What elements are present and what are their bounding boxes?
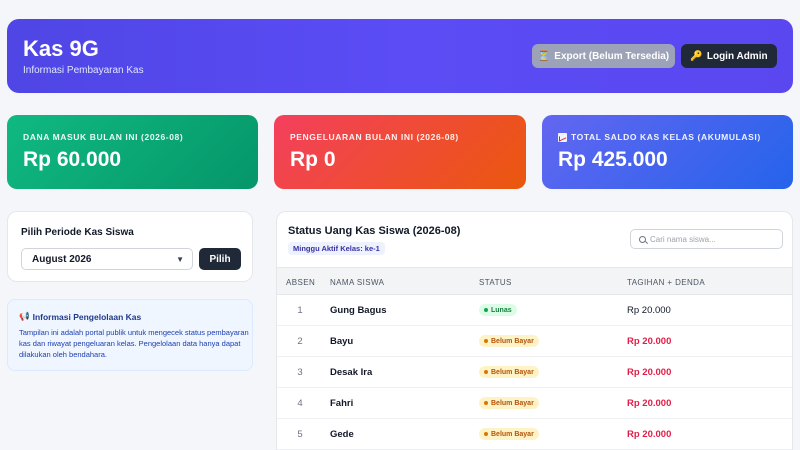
row-tagihan: Rp 20.000 <box>627 429 672 440</box>
status-badge: Belum Bayar <box>479 335 539 347</box>
col-tagihan: TAGIHAN + DENDA <box>627 278 706 287</box>
pilih-button[interactable]: Pilih <box>199 248 241 270</box>
row-tagihan: Rp 20.000 <box>627 305 671 316</box>
student-status-panel: Status Uang Kas Siswa (2026-08) Minggu A… <box>276 211 793 450</box>
table-row: 1 Gung Bagus Lunas Rp 20.000 <box>277 295 792 326</box>
status-badge: Belum Bayar <box>479 397 539 409</box>
period-title: Pilih Periode Kas Siswa <box>21 227 134 238</box>
expense-label: PENGELUARAN BULAN INI (2026-08) <box>290 132 459 142</box>
login-admin-button[interactable]: 🔑 Login Admin <box>681 44 777 68</box>
row-absen: 4 <box>297 398 303 409</box>
status-badge: Belum Bayar <box>479 366 539 378</box>
status-dot-icon <box>484 339 488 343</box>
chevron-down-icon: ▼ <box>176 254 184 264</box>
hourglass-icon: ⏳ <box>537 50 551 62</box>
search-placeholder: Cari nama siswa... <box>650 234 716 244</box>
row-tagihan: Rp 20.000 <box>627 367 672 378</box>
app-title: Kas 9G <box>23 36 99 61</box>
key-icon: 🔑 <box>690 50 703 62</box>
status-dot-icon <box>484 401 488 405</box>
active-week-badge: Minggu Aktif Kelas: ke-1 <box>288 242 385 255</box>
table-title: Status Uang Kas Siswa (2026-08) <box>288 225 461 237</box>
balance-label: TOTAL SALDO KAS KELAS (AKUMULASI) <box>571 132 761 142</box>
col-status: STATUS <box>479 278 512 287</box>
row-absen: 1 <box>297 305 303 316</box>
expense-value: Rp 0 <box>290 148 336 171</box>
status-dot-icon <box>484 432 488 436</box>
status-dot-icon <box>484 308 488 312</box>
info-title: Informasi Pengelolaan Kas <box>32 311 142 322</box>
income-value: Rp 60.000 <box>23 148 122 171</box>
search-icon <box>639 235 646 243</box>
income-card: DANA MASUK BULAN INI (2026-08) Rp 60.000 <box>7 115 258 189</box>
table-row: 4 Fahri Belum Bayar Rp 20.000 <box>277 388 792 419</box>
period-panel: Pilih Periode Kas Siswa August 2026 ▼ Pi… <box>7 211 253 282</box>
status-badge: Belum Bayar <box>479 428 539 440</box>
period-selected-value: August 2026 <box>32 253 92 265</box>
row-tagihan: Rp 20.000 <box>627 336 672 347</box>
export-button-label: Export (Belum Tersedia) <box>554 50 670 62</box>
table-body: 1 Gung Bagus Lunas Rp 20.000 2 Bayu Belu… <box>277 295 792 450</box>
row-nama: Bayu <box>330 336 354 347</box>
status-badge: Lunas <box>479 304 517 316</box>
row-nama: Fahri <box>330 398 354 409</box>
app-header: Kas 9G Informasi Pembayaran Kas ⏳ Export… <box>7 19 793 93</box>
table-row: 3 Desak Ira Belum Bayar Rp 20.000 <box>277 357 792 388</box>
megaphone-icon: 📢 <box>19 311 30 321</box>
status-dot-icon <box>484 370 488 374</box>
app-subtitle: Informasi Pembayaran Kas <box>23 65 144 76</box>
col-nama: NAMA SISWA <box>330 278 385 287</box>
table-row: 2 Bayu Belum Bayar Rp 20.000 <box>277 326 792 357</box>
table-row: 5 Gede Belum Bayar Rp 20.000 <box>277 419 792 450</box>
row-nama: Gede <box>330 429 354 440</box>
balance-value: Rp 425.000 <box>558 148 668 171</box>
info-panel: 📢 Informasi Pengelolaan Kas Tampilan ini… <box>7 299 253 371</box>
table-header: ABSEN NAMA SISWA STATUS TAGIHAN + DENDA <box>277 267 792 295</box>
row-nama: Gung Bagus <box>330 305 387 316</box>
row-absen: 5 <box>297 429 303 440</box>
col-absen: ABSEN <box>286 278 316 287</box>
info-body: Tampilan ini adalah portal publik untuk … <box>19 328 249 359</box>
chart-icon <box>558 132 567 142</box>
period-select[interactable]: August 2026 ▼ <box>21 248 193 270</box>
row-nama: Desak Ira <box>330 367 373 378</box>
search-input[interactable]: Cari nama siswa... <box>630 229 783 249</box>
row-absen: 2 <box>297 336 303 347</box>
expense-card: PENGELUARAN BULAN INI (2026-08) Rp 0 <box>274 115 526 189</box>
export-button[interactable]: ⏳ Export (Belum Tersedia) <box>532 44 675 68</box>
balance-card: TOTAL SALDO KAS KELAS (AKUMULASI) Rp 425… <box>542 115 793 189</box>
row-absen: 3 <box>297 367 303 378</box>
row-tagihan: Rp 20.000 <box>627 398 672 409</box>
income-label: DANA MASUK BULAN INI (2026-08) <box>23 132 184 142</box>
login-button-label: Login Admin <box>706 50 768 62</box>
